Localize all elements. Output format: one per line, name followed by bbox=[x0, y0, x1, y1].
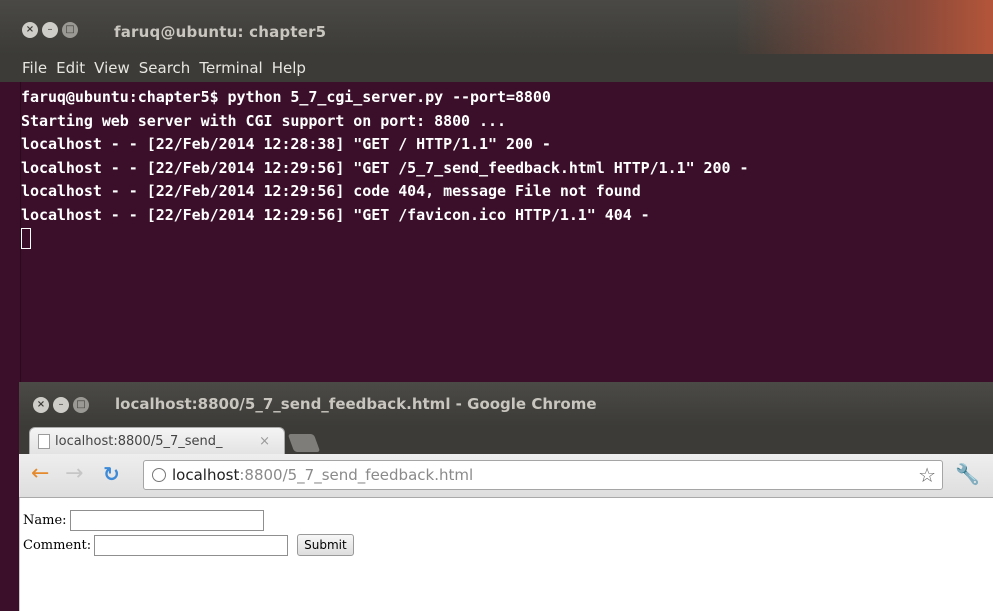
submit-button[interactable]: Submit bbox=[297, 534, 354, 556]
terminal-line: localhost - - [22/Feb/2014 12:29:56] "GE… bbox=[21, 205, 650, 224]
star-icon[interactable]: ☆ bbox=[918, 463, 936, 487]
terminal-line: localhost - - [22/Feb/2014 12:28:38] "GE… bbox=[21, 135, 551, 153]
maximize-icon[interactable]: □ bbox=[73, 397, 89, 413]
terminal-line: faruq@ubuntu:chapter5$ python 5_7_cgi_se… bbox=[21, 88, 551, 106]
name-input[interactable] bbox=[69, 510, 264, 531]
menu-search[interactable]: Search bbox=[139, 59, 191, 77]
name-row: Name: bbox=[23, 510, 264, 531]
minimize-icon[interactable]: – bbox=[42, 22, 58, 38]
titlebar-gradient bbox=[733, 0, 993, 54]
url-host: localhost bbox=[172, 466, 240, 484]
minimize-icon[interactable]: – bbox=[53, 397, 69, 413]
chrome-window: × – □ localhost:8800/5_7_send_feedback.h… bbox=[19, 382, 993, 611]
page-icon bbox=[38, 433, 50, 449]
menu-edit[interactable]: Edit bbox=[56, 59, 85, 77]
terminal-cursor bbox=[21, 228, 31, 249]
back-arrow-icon[interactable]: ← bbox=[31, 462, 49, 486]
maximize-icon[interactable]: □ bbox=[62, 22, 78, 38]
tab-close-icon[interactable]: × bbox=[259, 434, 270, 449]
terminal-title: faruq@ubuntu: chapter5 bbox=[114, 23, 327, 41]
browser-toolbar: ← → ↻ localhost :8800/5_7_send_feedback.… bbox=[19, 454, 993, 498]
page-content: Name: Comment: Submit bbox=[19, 498, 993, 611]
new-tab-button[interactable] bbox=[287, 434, 321, 452]
chrome-window-controls: × – □ bbox=[33, 397, 89, 413]
forward-arrow-icon[interactable]: → bbox=[65, 462, 83, 486]
comment-row: Comment: Submit bbox=[23, 534, 354, 556]
terminal-line: Starting web server with CGI support on … bbox=[21, 111, 506, 130]
comment-label: Comment: bbox=[23, 537, 92, 553]
close-icon[interactable]: × bbox=[33, 397, 49, 413]
tab-label: localhost:8800/5_7_send_ bbox=[55, 433, 223, 449]
chrome-title: localhost:8800/5_7_send_feedback.html - … bbox=[115, 395, 597, 413]
wrench-icon[interactable]: 🔧 bbox=[955, 462, 980, 486]
url-path: :8800/5_7_send_feedback.html bbox=[239, 466, 474, 484]
globe-icon bbox=[152, 468, 166, 482]
menu-file[interactable]: File bbox=[22, 59, 47, 77]
tab-strip: localhost:8800/5_7_send_ × bbox=[19, 426, 993, 454]
reload-icon[interactable]: ↻ bbox=[103, 462, 120, 486]
menu-help[interactable]: Help bbox=[272, 59, 306, 77]
terminal-titlebar[interactable]: × – □ faruq@ubuntu: chapter5 bbox=[0, 0, 993, 54]
terminal-output[interactable]: faruq@ubuntu:chapter5$ python 5_7_cgi_se… bbox=[20, 82, 993, 382]
terminal-line: localhost - - [22/Feb/2014 12:29:56] cod… bbox=[21, 182, 641, 200]
terminal-window-controls: × – □ bbox=[22, 22, 78, 38]
comment-input[interactable] bbox=[94, 534, 289, 556]
address-bar[interactable]: localhost :8800/5_7_send_feedback.html ☆ bbox=[143, 460, 943, 490]
terminal-line: localhost - - [22/Feb/2014 12:29:56] "GE… bbox=[21, 158, 749, 177]
menu-view[interactable]: View bbox=[94, 59, 130, 77]
menu-terminal[interactable]: Terminal bbox=[199, 59, 262, 77]
tab-send-feedback[interactable]: localhost:8800/5_7_send_ × bbox=[29, 427, 285, 454]
close-icon[interactable]: × bbox=[22, 22, 38, 38]
chrome-titlebar[interactable]: × – □ localhost:8800/5_7_send_feedback.h… bbox=[19, 382, 993, 426]
terminal-menubar: File Edit View Search Terminal Help bbox=[0, 54, 993, 82]
name-label: Name: bbox=[23, 513, 67, 528]
